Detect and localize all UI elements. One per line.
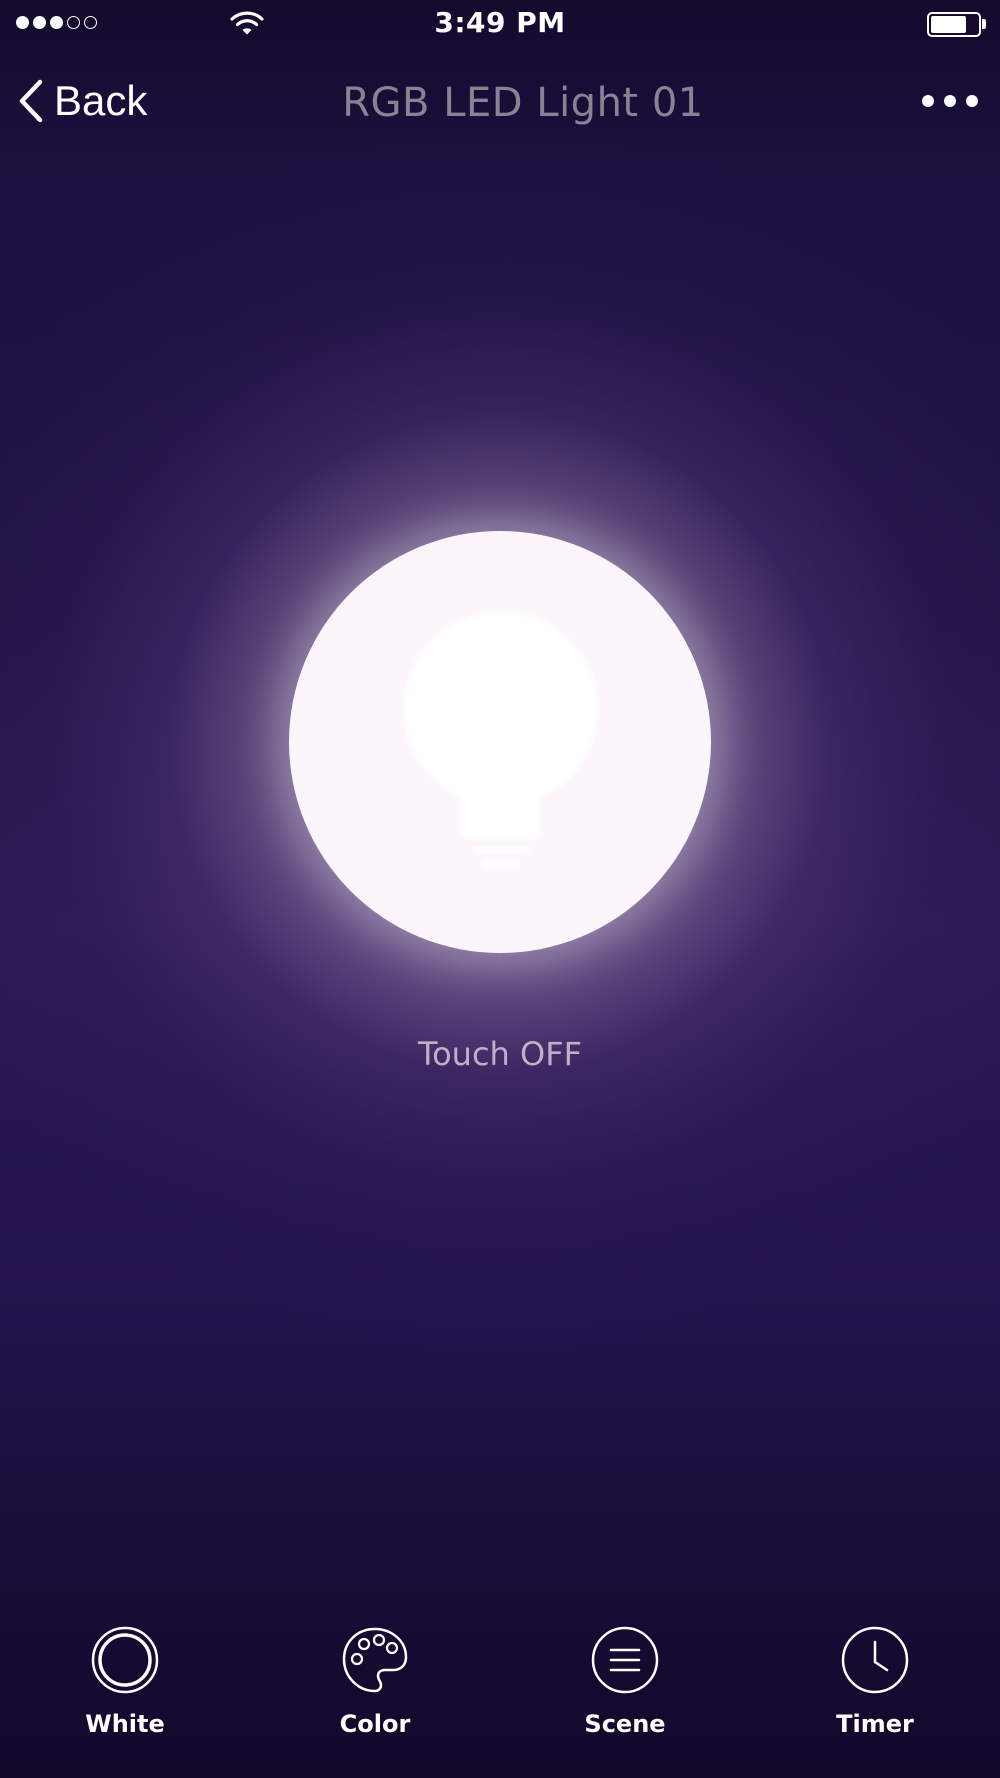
- scene-lines-icon: [591, 1626, 659, 1694]
- tab-white[interactable]: White: [45, 1620, 205, 1740]
- white-ring-icon: [91, 1626, 159, 1694]
- tab-white-label: White: [85, 1710, 165, 1738]
- more-dots-icon: [944, 95, 956, 107]
- clock-icon: [841, 1626, 909, 1694]
- status-bar: 3:49 PM: [0, 0, 1000, 50]
- power-toggle-button[interactable]: [289, 531, 711, 953]
- tab-timer[interactable]: Timer: [795, 1620, 955, 1740]
- status-time: 3:49 PM: [434, 6, 566, 39]
- tab-timer-label: Timer: [836, 1710, 914, 1738]
- page-title: RGB LED Light 01: [342, 80, 704, 126]
- battery-tip: [982, 19, 986, 29]
- bottom-tab-bar: White Color Scene Timer: [0, 1620, 1000, 1740]
- tab-color-label: Color: [339, 1710, 411, 1738]
- touch-off-label: Touch OFF: [417, 1035, 582, 1073]
- battery-level-fill: [931, 16, 966, 33]
- tab-scene[interactable]: Scene: [545, 1620, 705, 1740]
- more-dots-icon: [922, 95, 934, 107]
- tab-color[interactable]: Color: [295, 1620, 455, 1740]
- palette-icon: [342, 1627, 408, 1693]
- app-screen: 3:49 PM Back RGB LED Light 01 Touch OFF …: [0, 0, 1000, 1778]
- nav-bar: Back RGB LED Light 01: [0, 58, 1000, 148]
- more-dots-icon: [966, 95, 978, 107]
- more-options-button[interactable]: [922, 88, 978, 114]
- tab-scene-label: Scene: [584, 1710, 666, 1738]
- battery-icon: [927, 12, 981, 37]
- lightbulb-icon: [404, 612, 598, 867]
